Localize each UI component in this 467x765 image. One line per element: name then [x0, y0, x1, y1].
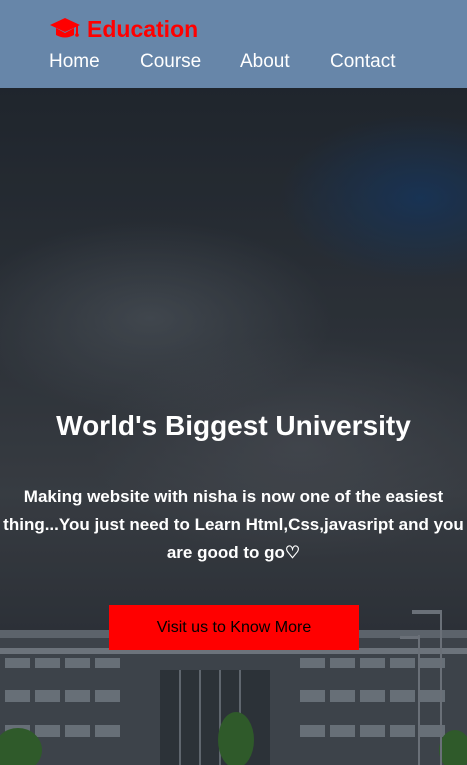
nav-about[interactable]: About: [240, 50, 290, 74]
hero-section: World's Biggest University Making websit…: [0, 88, 467, 765]
site-header: Education Home Course About Contact: [0, 0, 467, 88]
brand-logo[interactable]: Education: [49, 15, 198, 43]
nav-contact[interactable]: Contact: [330, 50, 395, 74]
hero-title: World's Biggest University: [56, 410, 411, 441]
hero-description: Making website with nisha is now one of …: [3, 487, 464, 562]
brand-name: Education: [87, 16, 199, 42]
visit-us-button[interactable]: Visit us to Know More: [109, 605, 359, 650]
nav-home[interactable]: Home: [49, 50, 100, 74]
nav-course[interactable]: Course: [140, 50, 201, 74]
main-nav: Home Course About Contact: [0, 50, 467, 74]
graduation-cap-icon: [49, 17, 81, 41]
